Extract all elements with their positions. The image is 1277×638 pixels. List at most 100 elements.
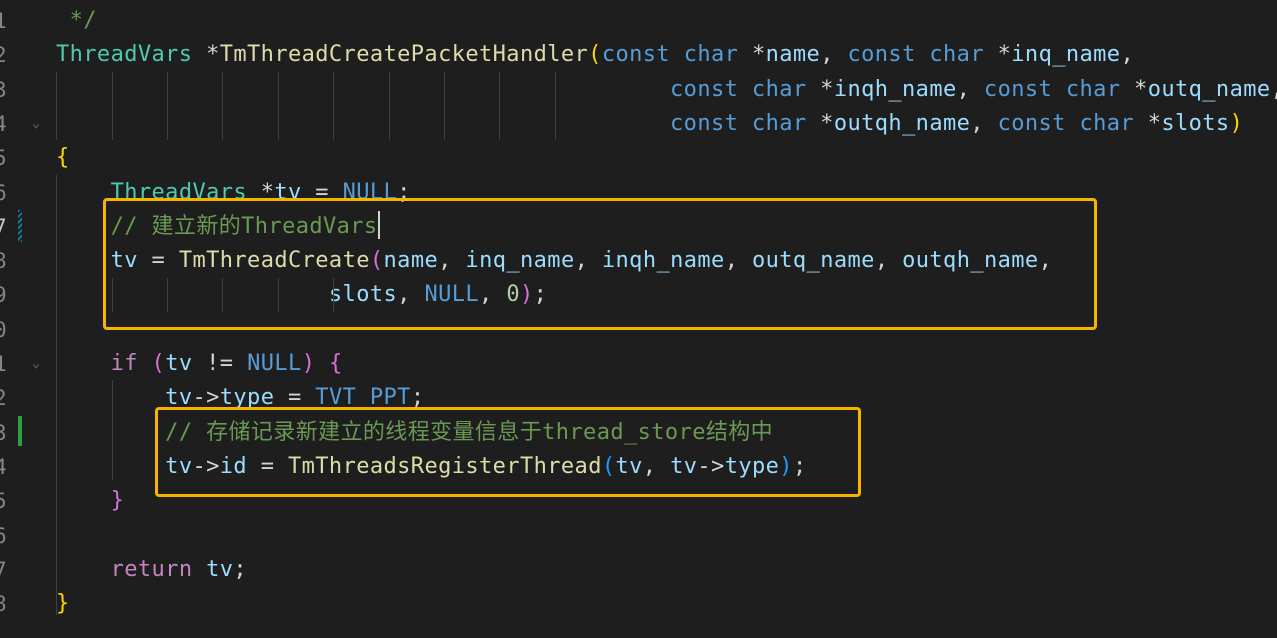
line-number: 6 bbox=[0, 180, 7, 205]
code-token: } bbox=[56, 591, 70, 617]
code-token: outq_name bbox=[1147, 76, 1271, 102]
line-number: 7 bbox=[0, 214, 7, 239]
code-token: ; bbox=[233, 556, 248, 582]
code-token: { bbox=[329, 351, 343, 376]
code-token: tv bbox=[165, 351, 193, 376]
line-number: 9 bbox=[0, 283, 7, 308]
code-line[interactable]: 8} bbox=[0, 587, 1277, 621]
code-token: * bbox=[738, 42, 766, 68]
gutter-change-marker[interactable] bbox=[18, 416, 22, 446]
indent-guide bbox=[555, 72, 556, 140]
code-line[interactable]: 5{ bbox=[0, 141, 1277, 175]
indent-guide bbox=[389, 72, 390, 140]
indent-guide bbox=[499, 72, 500, 140]
code-line[interactable]: 4 ⌄ const char *outqh_name, const char *s… bbox=[0, 107, 1277, 141]
code-token: char bbox=[751, 110, 807, 136]
code-token: ThreadVars bbox=[56, 42, 193, 68]
line-number: 4 bbox=[0, 111, 7, 136]
highlight-box bbox=[103, 198, 1097, 330]
code-line[interactable]: 2 ThreadVars *TmThreadCreatePacketHandler… bbox=[0, 38, 1277, 72]
code-line[interactable]: 6 bbox=[0, 519, 1277, 553]
code-token: inq_name bbox=[1011, 42, 1121, 68]
code-token: name bbox=[765, 42, 821, 68]
highlight-box bbox=[155, 407, 861, 497]
line-number: 8 bbox=[0, 249, 7, 274]
code-token: * bbox=[806, 110, 834, 136]
code-token: ( bbox=[588, 42, 602, 68]
code-text: return tv; bbox=[56, 553, 247, 587]
code-token: slots bbox=[1161, 110, 1230, 136]
code-token: * bbox=[983, 42, 1012, 68]
code-token: ) bbox=[301, 351, 316, 376]
code-token: if bbox=[110, 351, 138, 376]
line-number: 4 bbox=[0, 454, 7, 479]
fold-chevron-icon[interactable]: ⌄ bbox=[26, 347, 46, 381]
code-token: return bbox=[110, 556, 193, 582]
code-text: } bbox=[56, 587, 70, 621]
code-token: * bbox=[806, 76, 834, 102]
code-token: char bbox=[683, 42, 739, 68]
code-token: char bbox=[1079, 110, 1135, 136]
line-number: 2 bbox=[0, 386, 7, 411]
code-text: */ bbox=[56, 4, 97, 38]
code-line[interactable]: 1 */ bbox=[0, 4, 1277, 38]
line-number: 5 bbox=[0, 146, 7, 171]
code-token: const bbox=[983, 76, 1053, 102]
line-number: 1 bbox=[0, 352, 7, 376]
fold-chevron-icon[interactable]: ⌄ bbox=[26, 107, 46, 141]
code-token: const bbox=[670, 76, 739, 102]
code-token: } bbox=[110, 488, 125, 514]
line-number: 1 bbox=[0, 9, 7, 33]
code-editor[interactable]: 1 */ 2 ThreadVars *TmThreadCreatePacketHan… bbox=[0, 0, 1277, 638]
code-token: ) bbox=[1229, 110, 1244, 136]
code-token: , bbox=[1120, 42, 1135, 68]
code-text: ThreadVars *TmThreadCreatePacketHandler(… bbox=[56, 38, 1134, 72]
code-token: NULL bbox=[247, 351, 302, 376]
code-token: * bbox=[192, 42, 220, 68]
line-number: 3 bbox=[0, 420, 7, 445]
code-token: char bbox=[929, 42, 984, 68]
code-text: const char *outqh_name, const char *slot… bbox=[56, 107, 1243, 141]
code-token: != bbox=[192, 351, 248, 376]
line-number: 5 bbox=[0, 489, 7, 514]
code-line[interactable]: 3 const char *inqh_name, const char *out… bbox=[0, 73, 1277, 107]
code-token: * bbox=[1134, 110, 1162, 136]
code-token: char bbox=[1065, 76, 1121, 102]
code-token: , bbox=[970, 110, 998, 136]
code-token: */ bbox=[56, 8, 97, 33]
code-line[interactable]: 1 ⌄ if (tv != NULL) { bbox=[0, 347, 1277, 381]
code-token: , bbox=[1271, 77, 1277, 102]
indent-guide bbox=[112, 380, 113, 480]
line-number: 6 bbox=[0, 523, 7, 548]
line-number: 3 bbox=[0, 77, 7, 102]
code-token: const bbox=[601, 42, 671, 68]
line-number: 2 bbox=[0, 43, 7, 68]
indent-guide bbox=[444, 72, 445, 140]
code-token: , bbox=[820, 42, 848, 68]
code-text: } bbox=[56, 484, 124, 518]
code-token: ( bbox=[151, 351, 166, 376]
code-token: char bbox=[751, 76, 807, 102]
gutter-change-marker[interactable] bbox=[18, 210, 22, 242]
line-number: 7 bbox=[0, 557, 7, 582]
indent-guide bbox=[333, 72, 334, 140]
indent-guide bbox=[56, 72, 57, 140]
code-line[interactable]: 7 return tv; bbox=[0, 553, 1277, 587]
